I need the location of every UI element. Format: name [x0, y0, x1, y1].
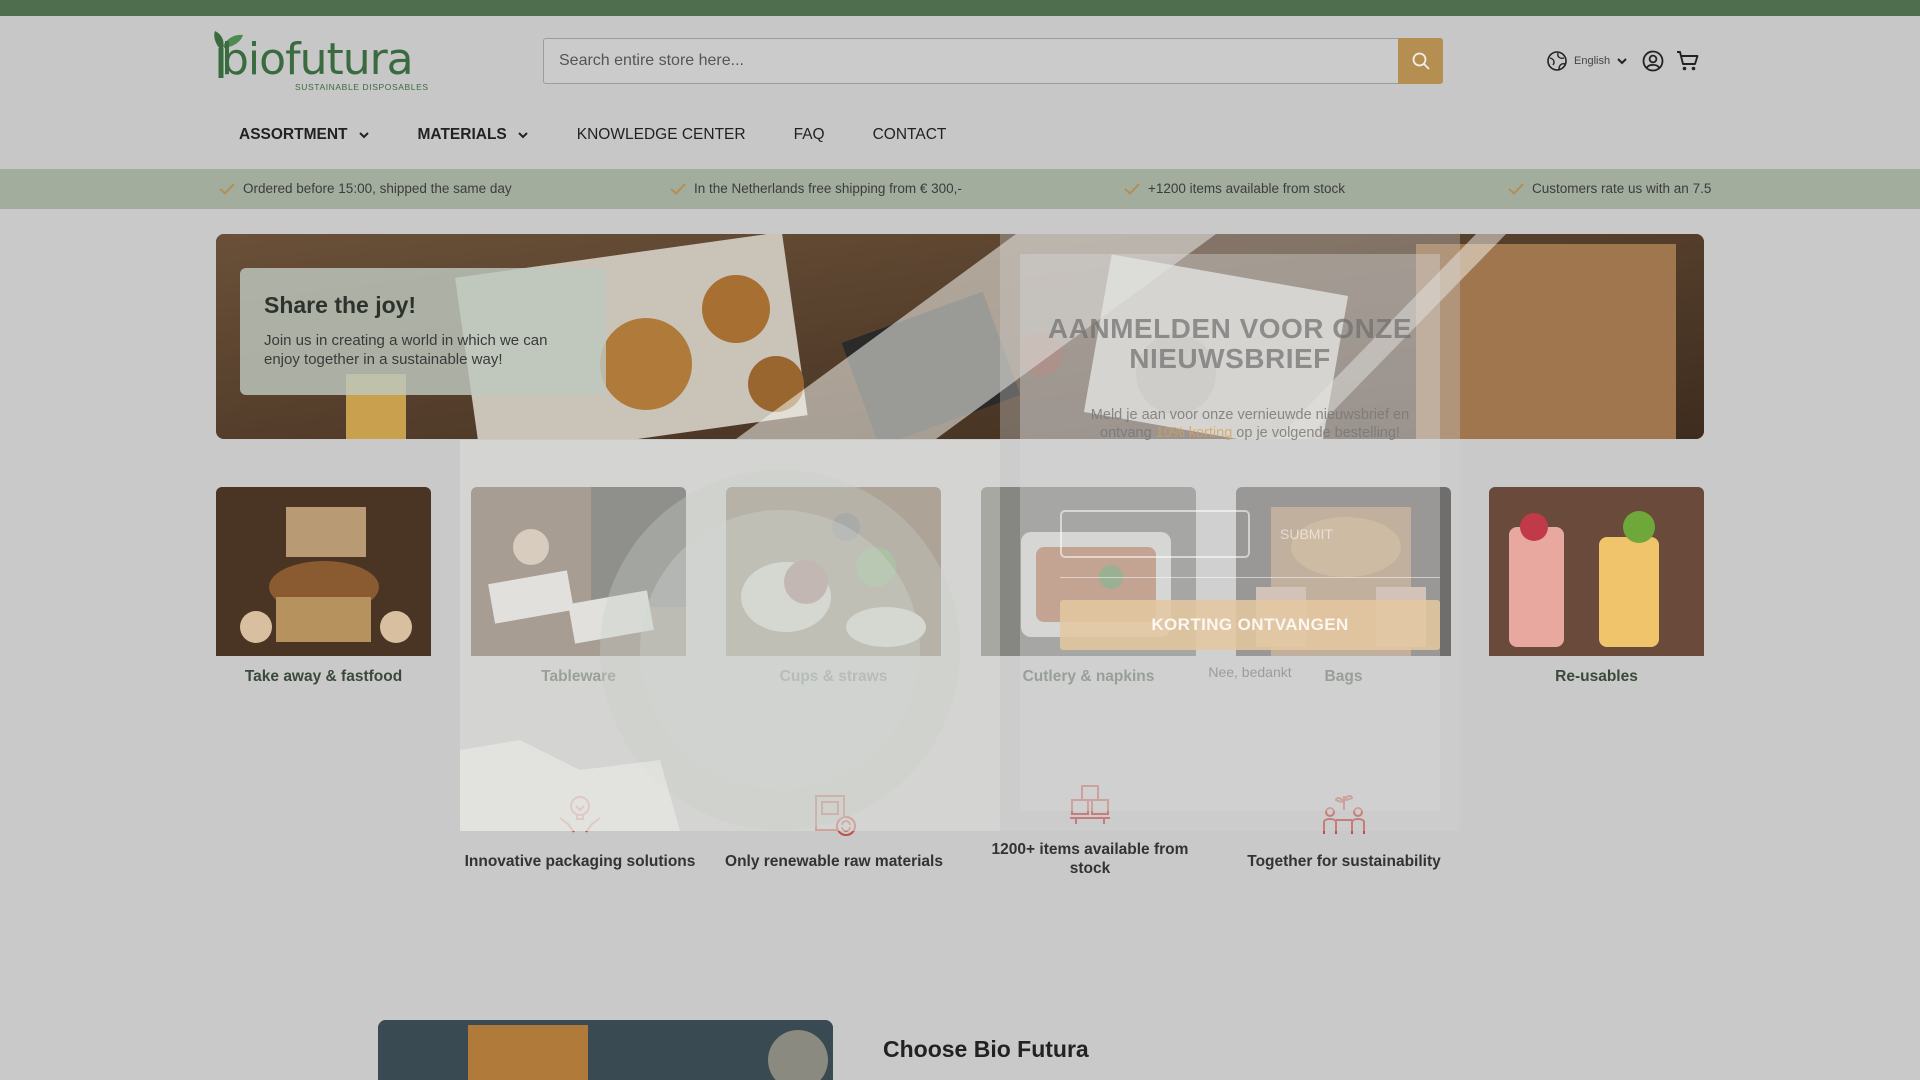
usp-text: Customers rate us with an 7.5: [1532, 181, 1712, 196]
user-icon: [1642, 50, 1664, 72]
logo-text: biofutura: [221, 34, 414, 85]
hero-card: Share the joy! Join us in creating a wor…: [240, 268, 606, 395]
usp-item: In the Netherlands free shipping from € …: [670, 181, 962, 196]
email-field[interactable]: [1060, 510, 1250, 558]
cart-icon: [1677, 51, 1699, 71]
section-title: Choose Bio Futura: [883, 1036, 1089, 1062]
usp-item: Ordered before 15:00, shipped the same d…: [219, 181, 512, 196]
nav-assortment[interactable]: ASSORTMENT: [215, 126, 370, 144]
check-icon: [1508, 182, 1524, 195]
modal-text-end: op je volgende bestelling!: [1232, 425, 1400, 441]
logo[interactable]: biofutura SUSTAINABLE DISPOSABLES: [214, 30, 428, 96]
divider: [1060, 577, 1440, 578]
section-image: [378, 1020, 833, 1080]
cart-button[interactable]: [1676, 49, 1700, 73]
usp-text: +1200 items available from stock: [1148, 181, 1345, 196]
search-button[interactable]: [1398, 38, 1443, 84]
hero-title: Share the joy!: [264, 292, 417, 318]
nav-faq[interactable]: FAQ: [794, 126, 825, 144]
modal-title: AANMELDEN VOOR ONZE NIEUWSBRIEF: [1047, 313, 1413, 374]
category-image: [216, 487, 431, 656]
category-label: Take away & fastfood: [244, 668, 403, 685]
globe-icon: [1547, 51, 1567, 71]
decline-link[interactable]: Nee, bedankt: [1060, 664, 1440, 680]
language-switcher[interactable]: English: [1546, 50, 1628, 72]
feature-label: 1200+ items available from stock: [991, 841, 1189, 877]
search-input[interactable]: [544, 39, 1399, 83]
usp-item: Customers rate us with an 7.5: [1508, 181, 1711, 196]
site-header: biofutura SUSTAINABLE DISPOSABLES Englis…: [0, 16, 1920, 169]
nav-knowledge-center[interactable]: KNOWLEDGE CENTER: [577, 126, 746, 144]
nav-assortment-label: ASSORTMENT: [239, 126, 348, 143]
usp-text: In the Netherlands free shipping from € …: [694, 181, 962, 196]
modal-text: Meld je aan voor onze vernieuwde nieuwsb…: [1070, 406, 1430, 442]
usp-item: +1200 items available from stock: [1124, 181, 1345, 196]
search-icon: [1412, 52, 1430, 70]
feature-label: Together for sustainability: [1247, 853, 1441, 870]
chevron-down-icon: [1617, 58, 1627, 65]
category-label: Re-usables: [1555, 668, 1638, 685]
chevron-down-icon: [358, 132, 369, 139]
check-icon: [670, 182, 686, 195]
top-accent-bar: [0, 0, 1920, 16]
modal-content: AANMELDEN VOOR ONZE NIEUWSBRIEF Meld je …: [1020, 254, 1440, 811]
chevron-down-icon: [518, 132, 528, 139]
main-nav: ASSORTMENT MATERIALS KNOWLEDGE CENTER FA…: [215, 120, 994, 150]
nav-materials-label: MATERIALS: [417, 126, 507, 143]
get-discount-button[interactable]: KORTING ONTVANGEN: [1060, 600, 1440, 650]
feature-label: Only renewable raw materials: [725, 853, 943, 870]
usp-bar: Ordered before 15:00, shipped the same d…: [0, 169, 1920, 209]
nav-contact[interactable]: CONTACT: [873, 126, 947, 144]
modal-image: [460, 440, 1000, 831]
category-card[interactable]: Re-usables: [1489, 487, 1704, 686]
account-button[interactable]: [1641, 49, 1665, 73]
modal-discount: 10% korting: [1155, 425, 1233, 441]
hero-banner[interactable]: Share the joy! Join us in creating a wor…: [216, 234, 1704, 439]
logo-tagline: SUSTAINABLE DISPOSABLES: [295, 82, 429, 92]
newsletter-modal: AANMELDEN VOOR ONZE NIEUWSBRIEF Meld je …: [460, 234, 1460, 831]
search-box: [543, 38, 1443, 84]
nav-materials[interactable]: MATERIALS: [418, 126, 529, 144]
hero-text: Join us in creating a world in which we …: [264, 332, 548, 368]
language-label: English: [1574, 55, 1611, 67]
feature-label: Innovative packaging solutions: [464, 853, 696, 870]
modal-panel: AANMELDEN VOOR ONZE NIEUWSBRIEF Meld je …: [1000, 234, 1460, 831]
usp-text: Ordered before 15:00, shipped the same d…: [243, 181, 512, 196]
check-icon: [219, 182, 235, 195]
category-image: [1489, 487, 1704, 656]
check-icon: [1124, 182, 1140, 195]
category-card[interactable]: Take away & fastfood: [216, 487, 431, 686]
submit-label[interactable]: SUBMIT: [1280, 526, 1333, 542]
